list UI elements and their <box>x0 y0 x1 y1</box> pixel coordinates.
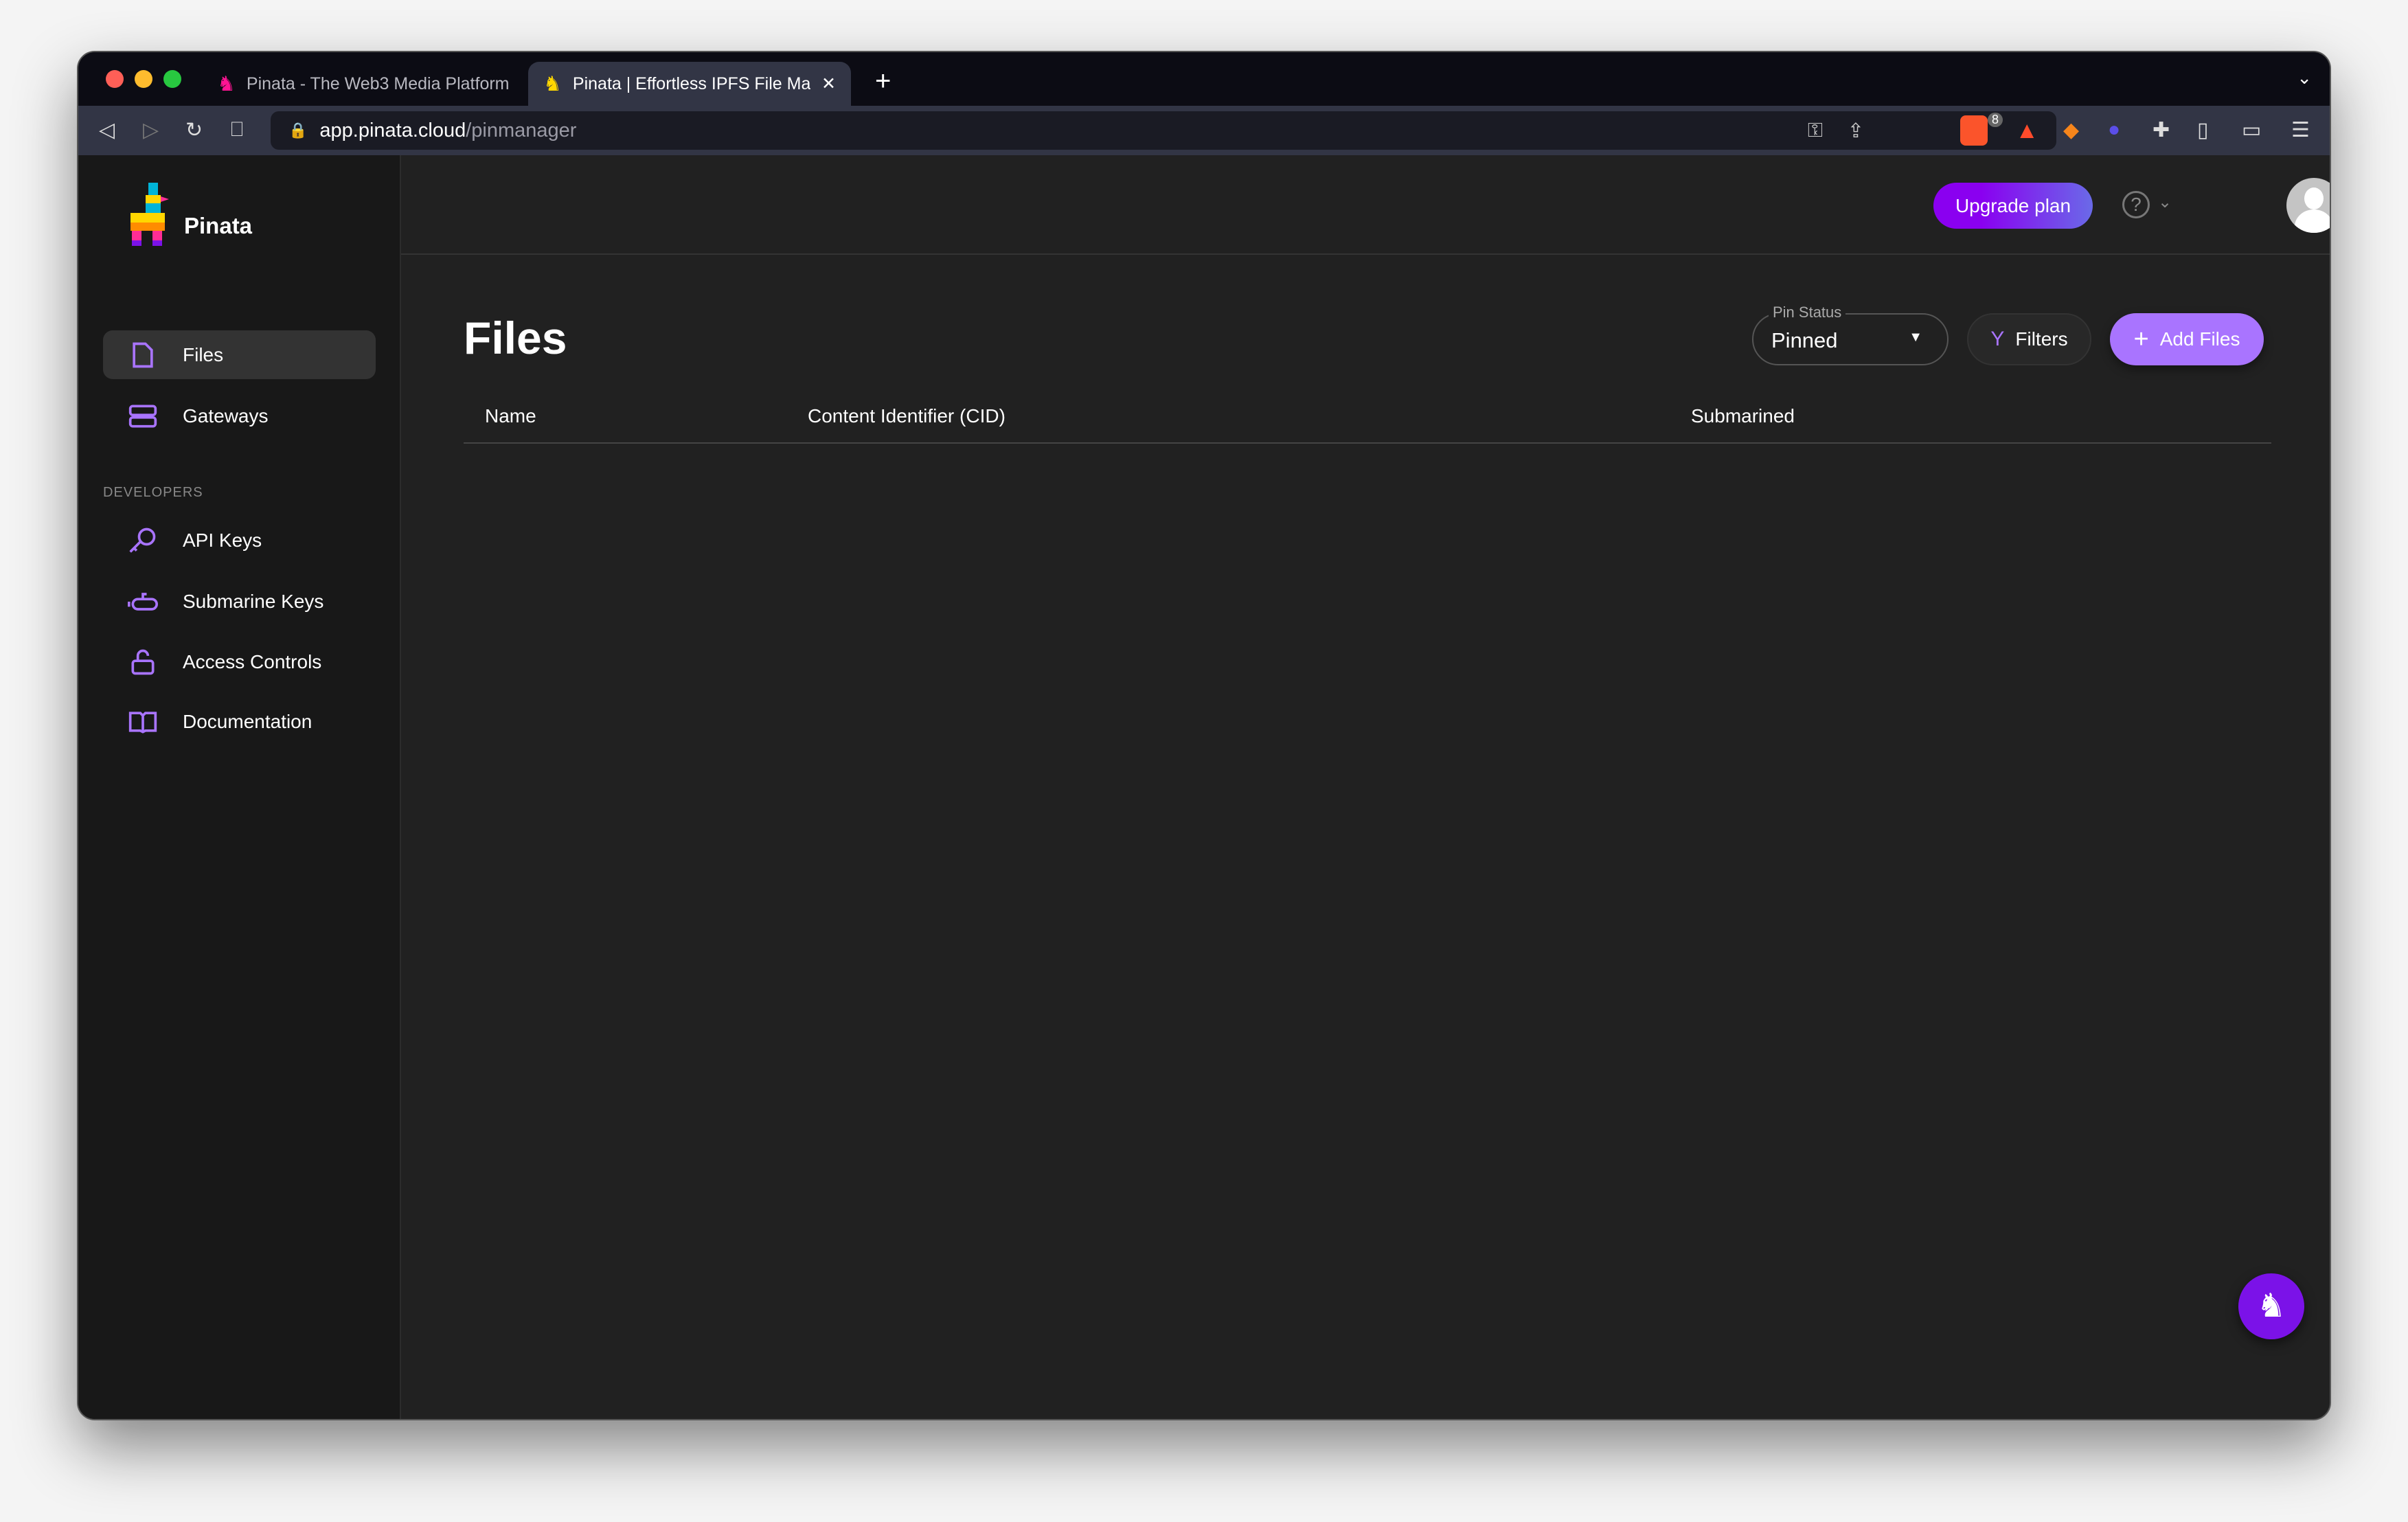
menu-icon[interactable]: ☰ <box>2291 118 2310 142</box>
bookmark-icon[interactable]: ⎕ <box>231 118 243 141</box>
column-header-cid[interactable]: Content Identifier (CID) <box>808 405 1006 427</box>
key-icon[interactable]: ⚿ <box>1808 120 1823 142</box>
browser-toolbar: ◁ ▷ ↻ ⎕ 🔒 app.pinata.cloud/pinmanager ⚿ … <box>78 106 2330 155</box>
phantom-icon[interactable]: ● <box>2108 118 2120 141</box>
brave-shields-icon[interactable] <box>1960 115 1988 146</box>
caret-down-icon: ▼ <box>1909 330 1922 345</box>
sidebar-item-access-controls[interactable]: Access Controls <box>103 637 376 686</box>
sidebar-item-documentation[interactable]: Documentation <box>103 697 376 746</box>
app-header: Upgrade plan ? ⌄ <box>401 155 2330 255</box>
sidebar-item-gateways[interactable]: Gateways <box>103 391 376 440</box>
extensions-icon[interactable]: ✚ <box>2153 118 2170 142</box>
file-icon <box>133 342 153 367</box>
address-bar[interactable]: 🔒 app.pinata.cloud/pinmanager ⚿ ⇪ 8 ▲ <box>271 111 2056 150</box>
sidebar-item-submarine-keys[interactable]: Submarine Keys <box>103 577 376 626</box>
lock-icon: 🔒 <box>288 122 308 139</box>
pin-status-select[interactable]: Pin Status Pinned ▼ <box>1752 304 1949 365</box>
book-icon <box>128 711 157 734</box>
browser-tab[interactable]: ♞ Pinata - The Web3 Media Platform <box>202 62 525 106</box>
metamask-icon[interactable]: ◆ <box>2063 118 2079 142</box>
help-icon[interactable]: ? <box>2122 191 2150 218</box>
files-table-header: Name Content Identifier (CID) Submarined <box>464 391 2271 444</box>
filter-icon: Y <box>1990 328 2005 350</box>
pinata-logo <box>130 183 169 246</box>
maximize-window-button[interactable] <box>163 70 181 88</box>
pinata-favicon-icon: ♞ <box>543 72 562 95</box>
sidebar-item-files[interactable]: Files <box>103 330 376 379</box>
page-title: Files <box>464 313 567 363</box>
wallet-icon[interactable]: ▭ <box>2242 118 2261 142</box>
chat-support-button[interactable]: ♞ <box>2238 1273 2304 1339</box>
close-tab-icon[interactable]: ✕ <box>821 73 836 94</box>
column-header-submarined[interactable]: Submarined <box>1691 405 1795 427</box>
share-icon[interactable]: ⇪ <box>1848 119 1864 143</box>
browser-tab-active[interactable]: ♞ Pinata | Effortless IPFS File Man ✕ <box>528 62 851 106</box>
llama-icon: ♞ <box>2256 1288 2286 1324</box>
filters-button[interactable]: Y Filters <box>1967 313 2091 365</box>
tab-list-chevron-icon[interactable]: ⌄ <box>2297 67 2312 89</box>
reload-icon[interactable]: ↻ <box>185 118 203 142</box>
help-chevron-down-icon[interactable]: ⌄ <box>2158 192 2172 212</box>
section-label-developers: DEVELOPERS <box>103 485 203 500</box>
close-window-button[interactable] <box>106 70 124 88</box>
submarine-icon <box>128 592 158 611</box>
sidebar: Pinata Files Gateways DEVELOPERS API Key… <box>78 155 401 1419</box>
sidebar-icon[interactable]: ▯ <box>2197 118 2209 142</box>
add-files-button[interactable]: + Add Files <box>2110 313 2264 365</box>
server-icon <box>128 405 157 427</box>
brave-rewards-icon[interactable]: ▲ <box>2015 117 2038 144</box>
forward-icon[interactable]: ▷ <box>143 118 159 142</box>
avatar[interactable] <box>2286 178 2330 233</box>
unlock-icon <box>131 649 155 674</box>
pinata-favicon-icon: ♞ <box>217 72 236 95</box>
tab-bar: ♞ Pinata - The Web3 Media Platform ♞ Pinat… <box>78 52 2330 106</box>
minimize-window-button[interactable] <box>135 70 152 88</box>
upgrade-plan-button[interactable]: Upgrade plan <box>1933 183 2093 229</box>
sidebar-item-api-keys[interactable]: API Keys <box>103 516 376 565</box>
plus-icon: + <box>2133 324 2149 354</box>
back-icon[interactable]: ◁ <box>99 118 115 142</box>
brand-name: Pinata <box>184 213 253 238</box>
browser-window: ♞ Pinata - The Web3 Media Platform ♞ Pinat… <box>77 51 2331 1420</box>
column-header-name[interactable]: Name <box>485 405 536 427</box>
new-tab-button[interactable]: + <box>875 66 891 97</box>
key-icon <box>129 527 156 553</box>
